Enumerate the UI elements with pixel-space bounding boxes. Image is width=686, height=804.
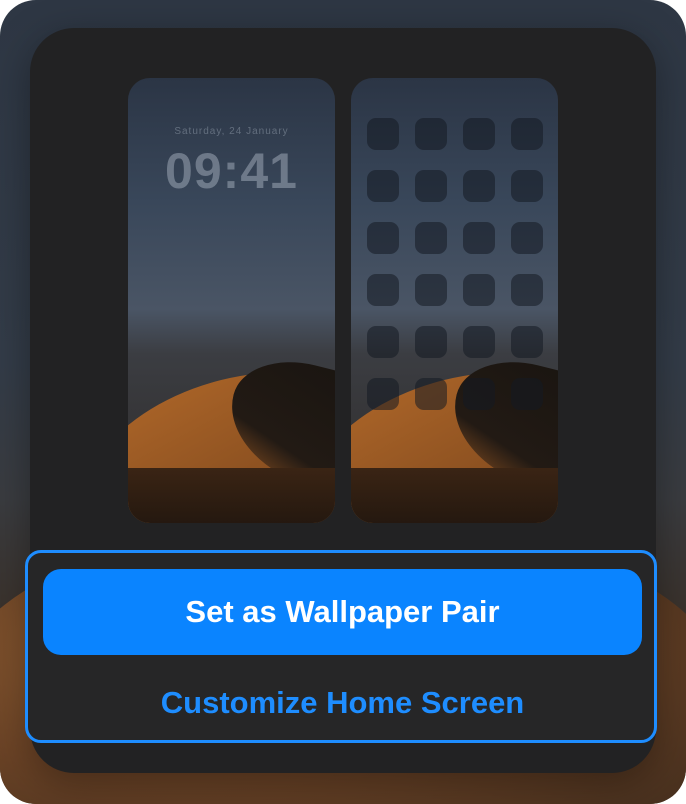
lock-time: 09:41 <box>165 143 298 199</box>
app-icon-placeholder <box>463 378 495 410</box>
app-icon-placeholder <box>367 170 399 202</box>
app-icon-placeholder <box>367 326 399 358</box>
app-icon-placeholder <box>367 222 399 254</box>
customize-home-screen-button[interactable]: Customize Home Screen <box>43 675 642 731</box>
app-icon-placeholder <box>511 170 543 202</box>
app-icon-placeholder <box>511 326 543 358</box>
wallpaper-background: Saturday, 24 January 09:41 Set as Wallpa… <box>0 0 686 804</box>
app-icon-placeholder <box>511 274 543 306</box>
app-icon-placeholder <box>367 378 399 410</box>
app-icon-placeholder <box>511 118 543 150</box>
app-icon-grid <box>367 118 543 410</box>
app-icon-placeholder <box>415 274 447 306</box>
lock-date: Saturday, 24 January <box>174 126 289 137</box>
lock-screen-preview[interactable]: Saturday, 24 January 09:41 <box>128 78 335 523</box>
app-icon-placeholder <box>463 118 495 150</box>
dune-base <box>351 468 558 523</box>
app-icon-placeholder <box>511 378 543 410</box>
app-icon-placeholder <box>415 326 447 358</box>
app-icon-placeholder <box>367 274 399 306</box>
set-wallpaper-pair-button[interactable]: Set as Wallpaper Pair <box>43 569 642 655</box>
app-icon-placeholder <box>463 222 495 254</box>
dune-base <box>128 468 335 523</box>
app-icon-placeholder <box>463 170 495 202</box>
app-icon-placeholder <box>511 222 543 254</box>
app-icon-placeholder <box>415 118 447 150</box>
app-icon-placeholder <box>415 222 447 254</box>
home-screen-preview[interactable] <box>351 78 558 523</box>
app-icon-placeholder <box>463 274 495 306</box>
app-icon-placeholder <box>367 118 399 150</box>
app-icon-placeholder <box>415 170 447 202</box>
app-icon-placeholder <box>415 378 447 410</box>
app-icon-placeholder <box>463 326 495 358</box>
